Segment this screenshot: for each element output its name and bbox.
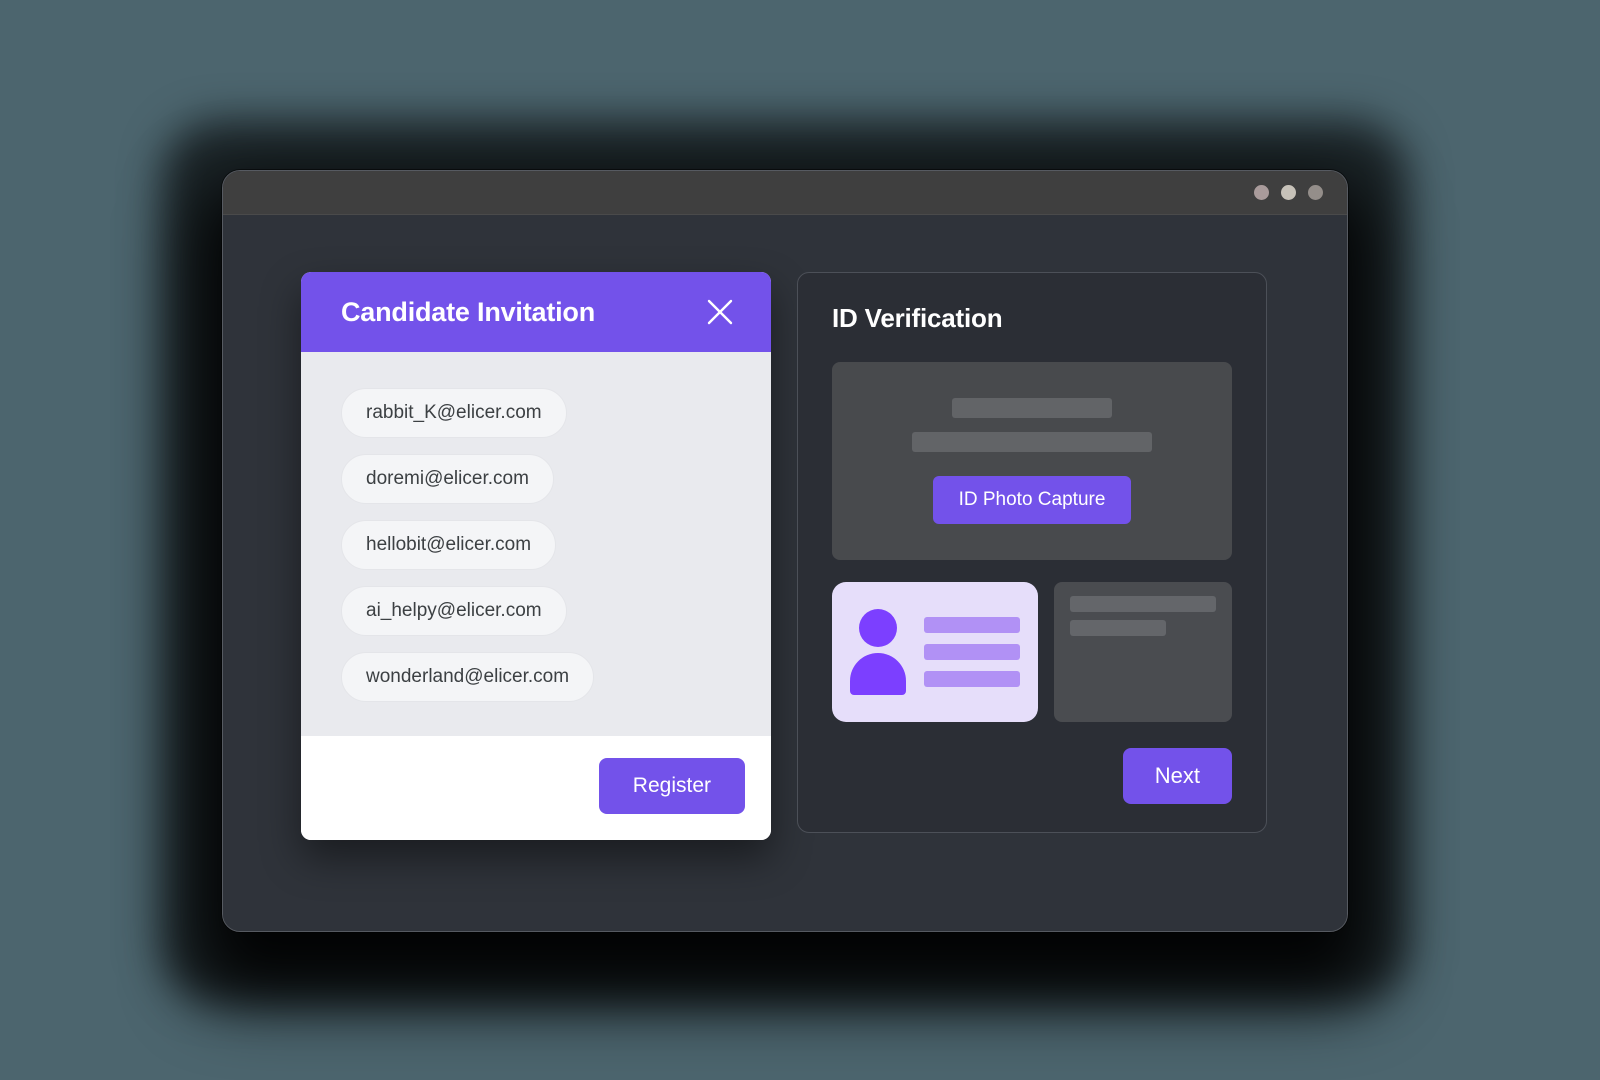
window-content: Candidate Invitation rabbit_K@elicer.com… [223, 215, 1347, 931]
placeholder-bar [1070, 596, 1216, 612]
email-chip[interactable]: ai_helpy@elicer.com [341, 586, 567, 636]
id-card-line [924, 671, 1020, 687]
id-photo-area: ID Photo Capture [832, 362, 1232, 560]
id-card-preview[interactable] [832, 582, 1038, 722]
next-button[interactable]: Next [1122, 748, 1232, 804]
window-titlebar [223, 171, 1347, 215]
modal-header: Candidate Invitation [301, 272, 771, 352]
app-window: Candidate Invitation rabbit_K@elicer.com… [222, 170, 1348, 932]
id-cards-row [832, 582, 1232, 722]
email-chip[interactable]: hellobit@elicer.com [341, 520, 557, 570]
email-chip[interactable]: rabbit_K@elicer.com [341, 388, 567, 438]
close-icon[interactable] [701, 293, 739, 331]
email-chip[interactable]: wonderland@elicer.com [341, 652, 595, 702]
panel-footer: Next [832, 722, 1232, 804]
window-dot-2[interactable] [1281, 185, 1296, 200]
modal-title: Candidate Invitation [341, 296, 596, 327]
skeleton-bar [912, 432, 1152, 452]
id-card-line [924, 644, 1020, 660]
person-avatar-icon [850, 609, 906, 695]
id-card-lines [924, 617, 1020, 687]
modal-footer: Register [301, 736, 771, 840]
id-verification-panel: ID Verification ID Photo Capture Next [797, 272, 1267, 833]
placeholder-bar [1070, 620, 1167, 636]
register-button[interactable]: Register [598, 758, 745, 814]
panel-title: ID Verification [832, 303, 1003, 333]
candidate-invitation-modal: Candidate Invitation rabbit_K@elicer.com… [301, 272, 771, 840]
window-dot-3[interactable] [1308, 185, 1323, 200]
id-card-line [924, 617, 1020, 633]
id-card-placeholder[interactable] [1054, 582, 1232, 722]
window-dot-1[interactable] [1254, 185, 1269, 200]
email-chip-list: rabbit_K@elicer.com doremi@elicer.com he… [301, 352, 771, 736]
skeleton-bar [952, 398, 1112, 418]
email-chip[interactable]: doremi@elicer.com [341, 454, 554, 504]
id-photo-capture-button[interactable]: ID Photo Capture [932, 476, 1132, 524]
